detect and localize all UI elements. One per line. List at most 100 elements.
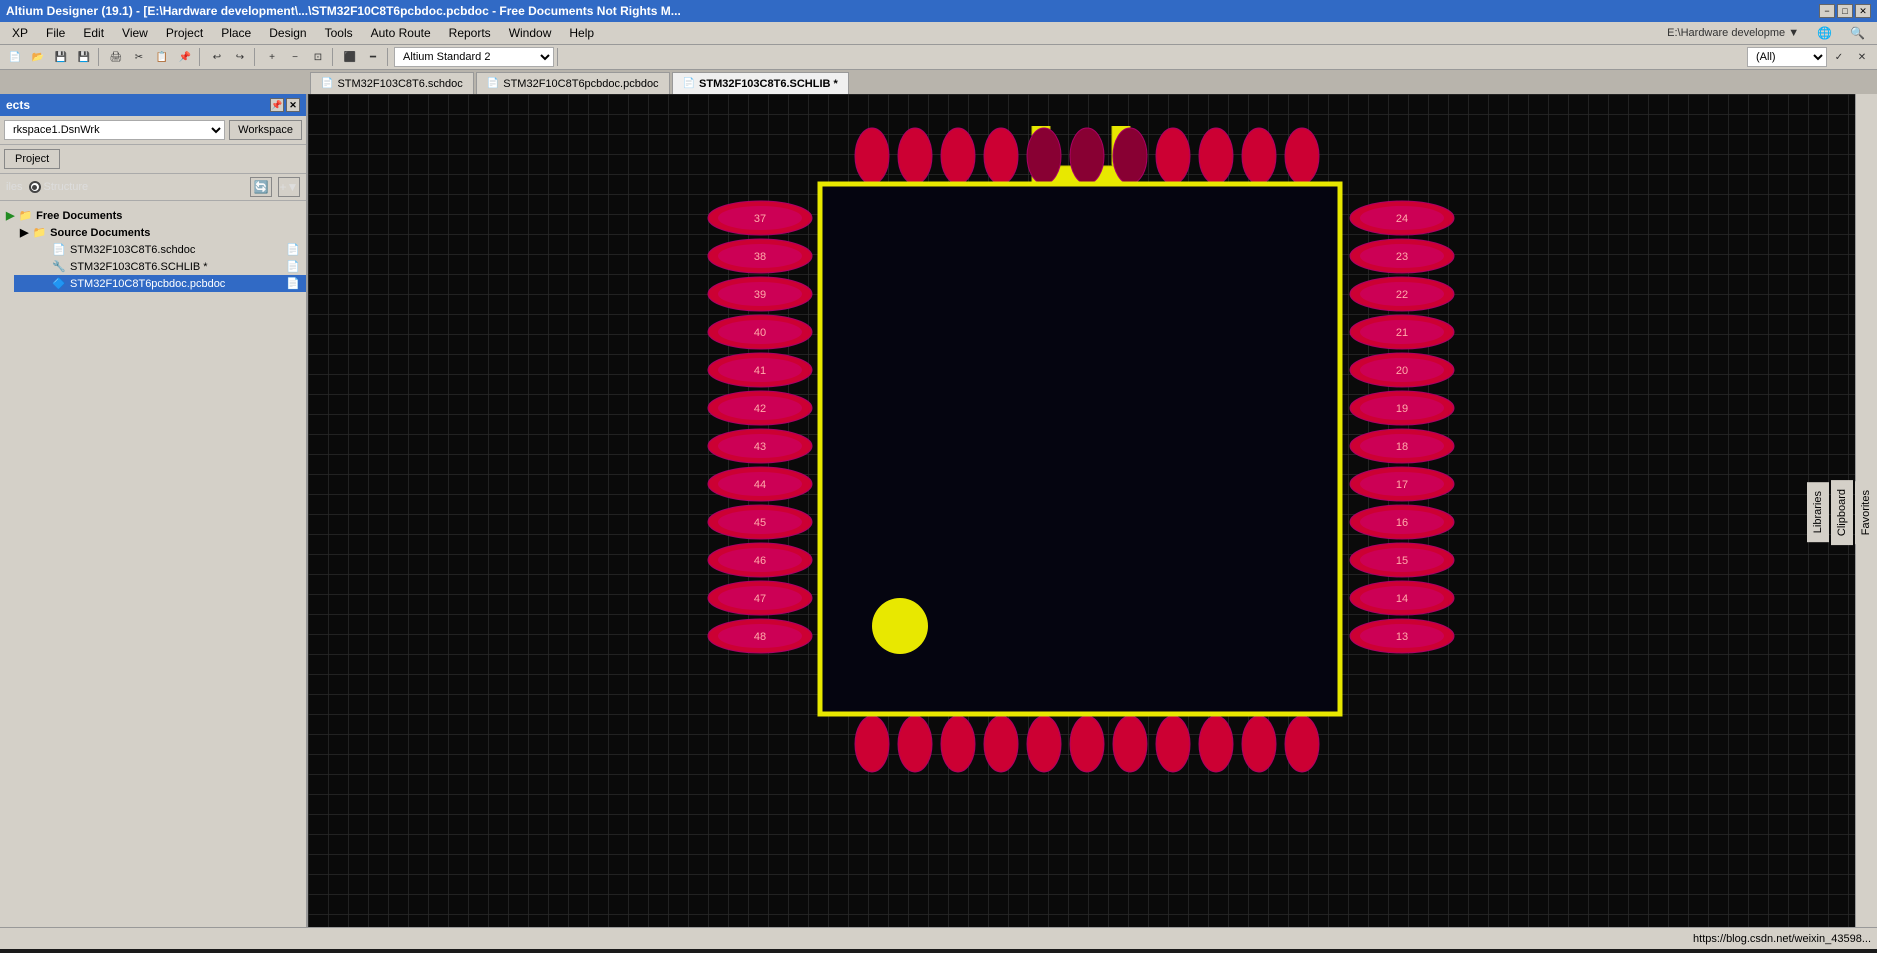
add-button[interactable]: +▼ — [278, 177, 300, 197]
tb-redo[interactable]: ↪ — [229, 46, 251, 68]
svg-text:16: 16 — [1395, 517, 1407, 529]
minimize-button[interactable]: − — [1819, 4, 1835, 18]
status-url: https://blog.csdn.net/weixin_43598... — [1693, 933, 1871, 945]
sidebar-favorites[interactable]: Favorites — [1855, 481, 1877, 544]
workspace-button[interactable]: Workspace — [229, 120, 302, 140]
sidebar-libraries[interactable]: Libraries — [1807, 482, 1829, 542]
tab-schdoc-icon: 📄 — [321, 78, 333, 89]
project-button[interactable]: Project — [4, 149, 60, 169]
menu-help[interactable]: Help — [561, 24, 602, 42]
workspace-bar: rkspace1.DsnWrk Workspace — [0, 116, 306, 145]
schlib-file-name: STM32F103C8T6.SCHLIB * — [70, 261, 208, 273]
tabbar: 📄 STM32F103C8T6.schdoc 📄 STM32F10C8T6pcb… — [0, 70, 1877, 94]
tab-schdoc[interactable]: 📄 STM32F103C8T6.schdoc — [310, 72, 474, 94]
close-button[interactable]: ✕ — [1855, 4, 1871, 18]
tb-cross[interactable]: ✕ — [1851, 46, 1873, 68]
sep5 — [387, 48, 391, 66]
menu-project[interactable]: Project — [158, 24, 211, 42]
tb-zoomout[interactable]: − — [284, 46, 306, 68]
left-panel: ects 📌 ✕ rkspace1.DsnWrk Workspace Proje… — [0, 94, 308, 927]
tb-fit[interactable]: ⊡ — [307, 46, 329, 68]
menu-place[interactable]: Place — [213, 24, 259, 42]
free-documents-header[interactable]: ▶ 📁 Free Documents — [0, 207, 306, 224]
sidebar-clipboard[interactable]: Clipboard — [1831, 480, 1853, 545]
tb-zoomin[interactable]: + — [261, 46, 283, 68]
workspace-select[interactable]: rkspace1.DsnWrk — [4, 120, 225, 140]
svg-text:40: 40 — [753, 327, 765, 339]
schdoc-file-icon: 📄 — [52, 243, 66, 256]
tb-saveall[interactable]: 💾 — [73, 46, 95, 68]
tab-schdoc-label: STM32F103C8T6.schdoc — [337, 78, 462, 90]
menu-design[interactable]: Design — [261, 24, 314, 42]
tab-pcbdoc[interactable]: 📄 STM32F10C8T6pcbdoc.pcbdoc — [476, 72, 670, 94]
tb-open[interactable]: 📂 — [27, 46, 49, 68]
svg-text:17: 17 — [1395, 479, 1407, 491]
panel-header: ects 📌 ✕ — [0, 94, 306, 116]
svg-text:20: 20 — [1395, 365, 1407, 377]
tb-new[interactable]: 📄 — [4, 46, 26, 68]
source-documents-header[interactable]: ▶ 📁 Source Documents — [14, 224, 306, 241]
refresh-button[interactable]: 🔄 — [250, 177, 272, 197]
menu-tools[interactable]: Tools — [317, 24, 361, 42]
titlebar: Altium Designer (19.1) - [E:\Hardware de… — [0, 0, 1877, 22]
panel-pin-button[interactable]: 📌 — [270, 98, 284, 112]
pcbdoc-file-name: STM32F10C8T6pcbdoc.pcbdoc — [70, 278, 225, 290]
panel-title: ects — [6, 98, 30, 112]
statusbar: https://blog.csdn.net/weixin_43598... — [0, 927, 1877, 949]
svg-text:38: 38 — [753, 251, 765, 263]
svg-text:15: 15 — [1395, 555, 1407, 567]
tb-check[interactable]: ✓ — [1828, 46, 1850, 68]
svg-text:19: 19 — [1395, 403, 1407, 415]
tab-pcbdoc-icon: 📄 — [487, 78, 499, 89]
tb-cut[interactable]: ✂ — [128, 46, 150, 68]
menu-reports[interactable]: Reports — [441, 24, 499, 42]
menu-autoroute[interactable]: Auto Route — [363, 24, 439, 42]
svg-text:18: 18 — [1395, 441, 1407, 453]
menubar: XP File Edit View Project Place Design T… — [0, 22, 1877, 44]
tb-undo[interactable]: ↩ — [206, 46, 228, 68]
svg-text:22: 22 — [1395, 289, 1407, 301]
menu-search[interactable]: 🔍 — [1842, 24, 1873, 42]
tab-schlib[interactable]: 📄 STM32F103C8T6.SCHLIB * — [672, 72, 849, 94]
chip-svg: 37 38 39 40 41 42 43 44 45 — [672, 126, 1492, 826]
tree-item-schdoc[interactable]: 📄 STM32F103C8T6.schdoc 📄 — [14, 241, 306, 258]
sep6 — [557, 48, 561, 66]
panel-close-button[interactable]: ✕ — [286, 98, 300, 112]
structure-radio[interactable] — [29, 181, 41, 193]
titlebar-buttons: − □ ✕ — [1819, 4, 1871, 18]
svg-text:46: 46 — [753, 555, 765, 567]
svg-text:41: 41 — [753, 365, 765, 377]
tree-item-pcbdoc[interactable]: 🔷 STM32F10C8T6pcbdoc.pcbdoc 📄 — [14, 275, 306, 292]
tb-wire[interactable]: ━ — [362, 46, 384, 68]
all-dropdown[interactable]: (All) — [1747, 47, 1827, 67]
tb-copy[interactable]: 📋 — [151, 46, 173, 68]
toolbar1: 📄 📂 💾 💾 🖨 ✂ 📋 📌 ↩ ↪ + − ⊡ ⬛ ━ Altium Sta… — [0, 44, 1877, 70]
menu-globe[interactable]: 🌐 — [1809, 24, 1840, 42]
schlib-badge: 📄 — [286, 260, 300, 273]
menu-window[interactable]: Window — [501, 24, 560, 42]
svg-text:14: 14 — [1395, 593, 1407, 605]
tree-item-schlib[interactable]: 🔧 STM32F103C8T6.SCHLIB * 📄 — [14, 258, 306, 275]
view-files[interactable]: iles — [6, 181, 23, 193]
source-documents-label: Source Documents — [50, 227, 150, 239]
menu-view[interactable]: View — [114, 24, 156, 42]
right-sidebar: Favorites Clipboard Libraries — [1855, 94, 1877, 927]
menu-xp[interactable]: XP — [4, 24, 36, 42]
schdoc-file-name: STM32F103C8T6.schdoc — [70, 244, 195, 256]
pcbdoc-file-icon: 🔷 — [52, 277, 66, 290]
maximize-button[interactable]: □ — [1837, 4, 1853, 18]
source-docs-icon: 📁 — [32, 226, 46, 239]
menu-edit[interactable]: Edit — [75, 24, 112, 42]
tb-save[interactable]: 💾 — [50, 46, 72, 68]
view-structure[interactable]: Structure — [29, 181, 89, 193]
tb-print[interactable]: 🖨 — [105, 46, 127, 68]
schlib-file-icon: 🔧 — [52, 260, 66, 273]
tb-place[interactable]: ⬛ — [339, 46, 361, 68]
svg-text:23: 23 — [1395, 251, 1407, 263]
workspace-dropdown[interactable]: Altium Standard 2 — [394, 47, 554, 67]
tab-pcbdoc-label: STM32F10C8T6pcbdoc.pcbdoc — [503, 78, 658, 90]
menu-file[interactable]: File — [38, 24, 73, 42]
pcb-canvas[interactable]: 37 38 39 40 41 42 43 44 45 — [308, 94, 1855, 927]
tb-paste[interactable]: 📌 — [174, 46, 196, 68]
menu-hardware-path: E:\Hardware developme ▼ — [1659, 25, 1807, 41]
